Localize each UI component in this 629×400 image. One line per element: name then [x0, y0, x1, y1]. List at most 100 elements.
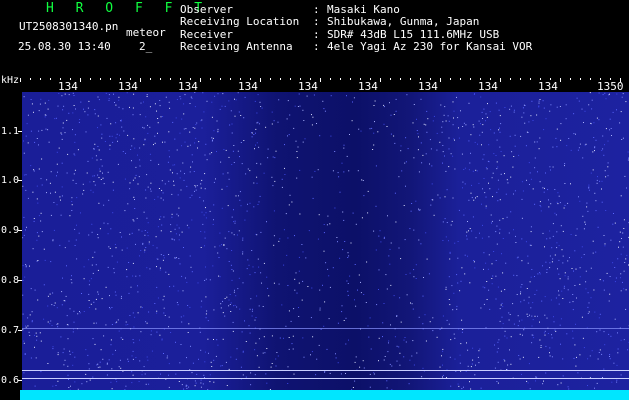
noise-speck — [493, 251, 495, 252]
noise-speck — [50, 171, 52, 173]
noise-speck — [624, 262, 626, 263]
noise-speck — [590, 172, 592, 174]
noise-speck — [38, 110, 40, 112]
noise-speck — [110, 228, 112, 230]
noise-speck — [205, 313, 207, 315]
noise-speck — [439, 329, 441, 330]
noise-speck — [441, 126, 443, 128]
noise-speck — [51, 304, 53, 306]
noise-speck — [601, 353, 603, 355]
noise-speck — [448, 276, 450, 278]
noise-speck — [116, 321, 118, 323]
noise-speck — [86, 381, 88, 383]
noise-speck — [540, 345, 542, 346]
noise-speck — [495, 155, 497, 156]
noise-speck — [522, 334, 523, 336]
noise-speck — [403, 205, 405, 206]
info-separator: : — [313, 40, 320, 54]
tick-mark — [580, 78, 581, 80]
noise-speck — [452, 155, 454, 157]
noise-speck — [617, 352, 619, 354]
noise-speck — [395, 98, 397, 100]
noise-speck — [203, 200, 204, 202]
noise-speck — [67, 365, 69, 367]
noise-speck — [556, 146, 558, 148]
noise-speck — [64, 359, 66, 361]
noise-speck — [139, 275, 141, 277]
noise-speck — [226, 296, 228, 298]
noise-speck — [527, 132, 529, 133]
noise-speck — [370, 348, 372, 350]
noise-speck — [139, 147, 141, 149]
noise-speck — [548, 199, 549, 201]
noise-speck — [459, 290, 461, 292]
noise-speck — [545, 345, 547, 347]
noise-speck — [103, 204, 105, 206]
noise-speck — [199, 331, 201, 333]
noise-speck — [205, 212, 207, 214]
noise-speck — [69, 215, 71, 217]
noise-speck — [625, 308, 627, 310]
noise-speck — [330, 95, 332, 97]
noise-speck — [383, 106, 385, 108]
noise-speck — [108, 359, 110, 361]
noise-speck — [168, 386, 170, 388]
time-axis-ticks — [20, 78, 621, 82]
noise-speck — [230, 302, 232, 304]
noise-speck — [394, 192, 396, 194]
noise-speck — [72, 364, 74, 366]
noise-speck — [623, 270, 625, 272]
noise-speck — [223, 149, 225, 150]
noise-speck — [92, 256, 94, 258]
noise-speck — [106, 363, 108, 365]
noise-speck — [526, 179, 527, 181]
noise-speck — [68, 240, 70, 242]
tick-mark — [500, 78, 501, 82]
noise-speck — [47, 129, 49, 131]
noise-speck — [394, 336, 396, 338]
noise-speck — [318, 214, 320, 216]
noise-speck — [145, 321, 147, 323]
noise-speck — [32, 248, 34, 250]
noise-speck — [475, 364, 476, 366]
noise-speck — [411, 355, 413, 357]
spectrogram-plot[interactable] — [22, 92, 629, 390]
noise-speck — [605, 128, 607, 130]
noise-speck — [588, 104, 590, 106]
noise-speck — [127, 203, 129, 205]
tick-mark — [510, 78, 511, 80]
noise-speck — [347, 252, 349, 254]
noise-speck — [181, 231, 183, 233]
noise-speck — [513, 111, 515, 113]
tick-mark — [30, 78, 31, 80]
noise-speck — [52, 346, 54, 348]
noise-speck — [554, 212, 556, 214]
noise-speck — [520, 291, 522, 293]
noise-speck — [228, 156, 230, 158]
noise-speck — [274, 157, 276, 159]
noise-speck — [294, 289, 296, 291]
noise-speck — [556, 247, 558, 249]
noise-speck — [100, 179, 102, 180]
noise-speck — [443, 114, 445, 116]
noise-speck — [586, 202, 588, 204]
noise-speck — [627, 151, 629, 153]
noise-speck — [249, 274, 251, 276]
noise-speck — [164, 183, 166, 185]
noise-speck — [67, 153, 69, 155]
noise-speck — [150, 159, 152, 161]
noise-speck — [195, 189, 197, 191]
noise-speck — [472, 124, 474, 126]
noise-speck — [573, 357, 575, 359]
noise-speck — [532, 334, 534, 336]
y-tick-label: 1.1 — [1, 126, 20, 137]
noise-speck — [235, 295, 237, 297]
noise-speck — [191, 271, 193, 273]
noise-speck — [394, 142, 396, 144]
noise-speck — [147, 124, 148, 126]
noise-speck — [195, 382, 197, 384]
noise-speck — [91, 157, 93, 159]
noise-speck — [191, 97, 193, 99]
noise-speck — [452, 197, 454, 199]
noise-speck — [142, 307, 143, 309]
